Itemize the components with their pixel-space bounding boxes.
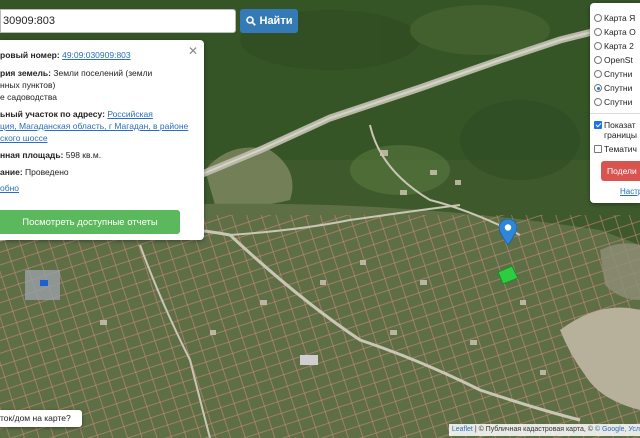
address-link-line3[interactable]: ского шоссе xyxy=(0,133,48,143)
address-row: ьный участок по адресу: Российская xyxy=(0,108,153,120)
address-link-line2[interactable]: ция, Магаданская область, г Магадан, в р… xyxy=(0,121,188,131)
terms-link[interactable]: Усл xyxy=(628,426,640,433)
address-label: ьный участок по адресу: xyxy=(0,109,105,119)
layers-divider xyxy=(590,113,640,114)
search-button[interactable]: Найти xyxy=(240,9,298,33)
overlay-boundaries-checkbox[interactable] xyxy=(594,121,602,129)
layers-panel: Карта Я Карта О Карта 2 OpenSt Спутни Сп… xyxy=(590,3,640,203)
layer-radio-5[interactable] xyxy=(594,84,602,92)
layer-radio-6[interactable] xyxy=(594,98,602,106)
more-details-link[interactable]: обно xyxy=(0,183,19,193)
layer-radio-0[interactable] xyxy=(594,14,602,22)
parcel-info-panel: ✕ ровый номер: 49:09:030909:803 рия земе… xyxy=(0,40,204,240)
survey-label: ание: xyxy=(0,167,23,177)
layer-option[interactable]: Спутни xyxy=(594,97,632,107)
cadastral-number-label: ровый номер: xyxy=(0,50,60,60)
overlay-thematic-checkbox[interactable] xyxy=(594,145,602,153)
google-link[interactable]: © Google, xyxy=(595,426,627,433)
layer-option[interactable]: Карта О xyxy=(594,27,636,37)
find-on-map-button[interactable]: ток/дом на карте? xyxy=(0,410,82,427)
map-attribution: Leaflet | © Публичная кадастровая карта,… xyxy=(448,424,640,436)
area-label: нная площадь: xyxy=(0,150,64,160)
cadastral-number-link[interactable]: 49:09:030909:803 xyxy=(62,50,131,60)
share-button[interactable]: Подели xyxy=(601,161,640,181)
land-category-value-line2: нных пунктов) xyxy=(0,80,56,90)
close-icon[interactable]: ✕ xyxy=(188,44,198,58)
search-button-label: Найти xyxy=(259,15,293,27)
leaflet-link[interactable]: Leaflet xyxy=(452,426,473,433)
layer-option[interactable]: Спутни xyxy=(594,69,632,79)
layer-radio-2[interactable] xyxy=(594,42,602,50)
layer-option[interactable]: Карта 2 xyxy=(594,41,634,51)
land-category-label: рия земель: xyxy=(0,68,51,78)
layer-option[interactable]: Карта Я xyxy=(594,13,635,23)
attribution-text: | © Публичная кадастровая карта, © xyxy=(474,426,593,433)
overlay-boundaries[interactable]: Показат xyxy=(594,120,636,130)
permitted-usage: е садоводства xyxy=(0,92,57,102)
layer-radio-1[interactable] xyxy=(594,28,602,36)
area-row: нная площадь: 598 кв.м. xyxy=(0,149,101,161)
land-category-value: Земли поселений (земли xyxy=(53,68,153,78)
search-input[interactable]: 30909:803 xyxy=(0,9,236,33)
survey-value: Проведено xyxy=(25,167,69,177)
search-icon xyxy=(245,16,256,26)
layer-option-selected[interactable]: Спутни xyxy=(594,83,632,93)
layer-option[interactable]: OpenSt xyxy=(594,55,633,65)
layer-radio-3[interactable] xyxy=(594,56,602,64)
overlay-thematic[interactable]: Тематич xyxy=(594,144,637,154)
cadastral-number-row: ровый номер: 49:09:030909:803 xyxy=(0,49,131,61)
land-category-row: рия земель: Земли поселений (земли xyxy=(0,67,152,79)
layer-radio-4[interactable] xyxy=(594,70,602,78)
map-marker-icon[interactable] xyxy=(499,219,517,245)
overlay-boundaries-line2: границы xyxy=(604,130,637,140)
address-link[interactable]: Российская xyxy=(107,109,153,119)
area-value: 598 кв.м. xyxy=(65,150,102,160)
view-reports-button[interactable]: Посмотреть доступные отчеты xyxy=(0,210,180,234)
settings-link[interactable]: Настр xyxy=(620,187,640,196)
survey-row: ание: Проведено xyxy=(0,166,69,178)
